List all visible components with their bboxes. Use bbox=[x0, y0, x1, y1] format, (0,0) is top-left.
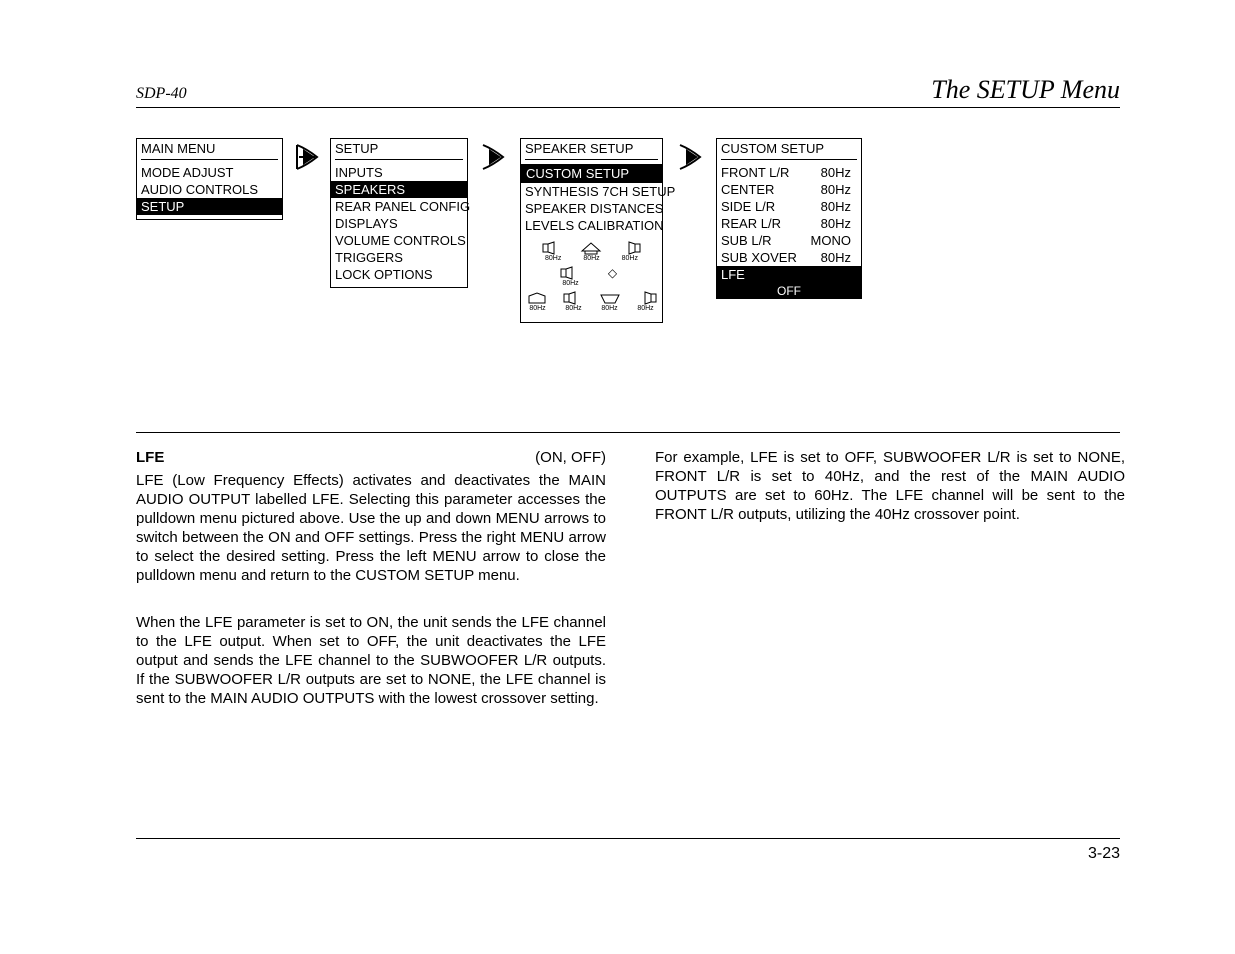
menu-item: INPUTS bbox=[331, 164, 467, 181]
menu-item: AUDIO CONTROLS bbox=[137, 181, 282, 198]
menu-item: LEVELS CALIBRATION bbox=[521, 217, 662, 234]
speaker-icon: 80Hz bbox=[557, 266, 585, 288]
paragraph: LFE (Low Frequency Effects) activates an… bbox=[136, 471, 606, 585]
listener-icon: ◇ bbox=[599, 266, 627, 288]
menu-item-selected: SPEAKERS bbox=[331, 181, 467, 198]
menu-item: SUB XOVER80Hz bbox=[717, 249, 861, 266]
term-heading: LFE (ON, OFF) bbox=[136, 448, 606, 467]
menu-item-selected: CUSTOM SETUP bbox=[521, 164, 662, 183]
paragraph: When the LFE parameter is set to ON, the… bbox=[136, 613, 606, 708]
menu-item: SIDE L/R80Hz bbox=[717, 198, 861, 215]
paragraph: For example, LFE is set to OFF, SUBWOOFE… bbox=[655, 448, 1125, 524]
menu-item: LOCK OPTIONS bbox=[331, 266, 467, 283]
speaker-diagram: 80Hz 80Hz 80Hz 80Hz ◇ 80Hz 80Hz 80Hz 80H… bbox=[521, 234, 662, 322]
header-title: The SETUP Menu bbox=[931, 75, 1120, 105]
menu-item: CENTER80Hz bbox=[717, 181, 861, 198]
speaker-icon: 80Hz bbox=[579, 241, 603, 263]
footer-rule bbox=[136, 838, 1120, 839]
speaker-icon: 80Hz bbox=[599, 291, 621, 313]
speaker-icon: 80Hz bbox=[635, 291, 657, 313]
term-options: (ON, OFF) bbox=[535, 448, 606, 467]
speaker-icon: 80Hz bbox=[563, 291, 585, 313]
speaker-icon: 80Hz bbox=[541, 241, 565, 263]
menu-setup: SETUP INPUTS SPEAKERS REAR PANEL CONFIG … bbox=[330, 138, 468, 288]
menu-item: FRONT L/R80Hz bbox=[717, 164, 861, 181]
menu-item: MODE ADJUST bbox=[137, 164, 282, 181]
menu-main: MAIN MENU MODE ADJUST AUDIO CONTROLS SET… bbox=[136, 138, 283, 220]
menu-speaker-setup: SPEAKER SETUP CUSTOM SETUP SYNTHESIS 7CH… bbox=[520, 138, 663, 323]
menu-item: SPEAKER DISTANCES bbox=[521, 200, 662, 217]
menu-item: TRIGGERS bbox=[331, 249, 467, 266]
menu-custom-setup: CUSTOM SETUP FRONT L/R80Hz CENTER80Hz SI… bbox=[716, 138, 862, 299]
body-right-column: For example, LFE is set to OFF, SUBWOOFE… bbox=[655, 448, 1125, 538]
menu-item-selected: LFE OFF bbox=[717, 266, 861, 298]
menu-item: REAR L/R80Hz bbox=[717, 215, 861, 232]
nav-arrow-icon bbox=[479, 143, 507, 171]
divider bbox=[721, 159, 857, 160]
menu-item: VOLUME CONTROLS bbox=[331, 232, 467, 249]
menu-speaker-title: SPEAKER SETUP bbox=[521, 139, 662, 159]
header-model: SDP-40 bbox=[136, 85, 187, 103]
menu-item: SYNTHESIS 7CH SETUP bbox=[521, 183, 662, 200]
menu-item: SUB L/RMONO bbox=[717, 232, 861, 249]
menu-item: REAR PANEL CONFIG bbox=[331, 198, 467, 215]
divider bbox=[525, 159, 658, 160]
section-rule bbox=[136, 432, 1120, 433]
divider bbox=[141, 159, 278, 160]
submenu-value: OFF bbox=[717, 283, 861, 298]
page-number: 3-23 bbox=[1088, 845, 1120, 863]
term-name: LFE bbox=[136, 448, 164, 467]
speaker-icon: 80Hz bbox=[618, 241, 642, 263]
nav-arrow-icon bbox=[293, 143, 321, 171]
menu-item-selected: SETUP bbox=[137, 198, 282, 215]
body-left-column: LFE (ON, OFF) LFE (Low Frequency Effects… bbox=[136, 448, 606, 722]
nav-arrow-icon bbox=[676, 143, 704, 171]
sub-icon: 80Hz bbox=[527, 291, 549, 313]
menu-setup-title: SETUP bbox=[331, 139, 467, 159]
menu-item: DISPLAYS bbox=[331, 215, 467, 232]
menu-custom-title: CUSTOM SETUP bbox=[717, 139, 861, 159]
menu-main-title: MAIN MENU bbox=[137, 139, 282, 159]
divider bbox=[335, 159, 463, 160]
header-rule bbox=[136, 107, 1120, 108]
